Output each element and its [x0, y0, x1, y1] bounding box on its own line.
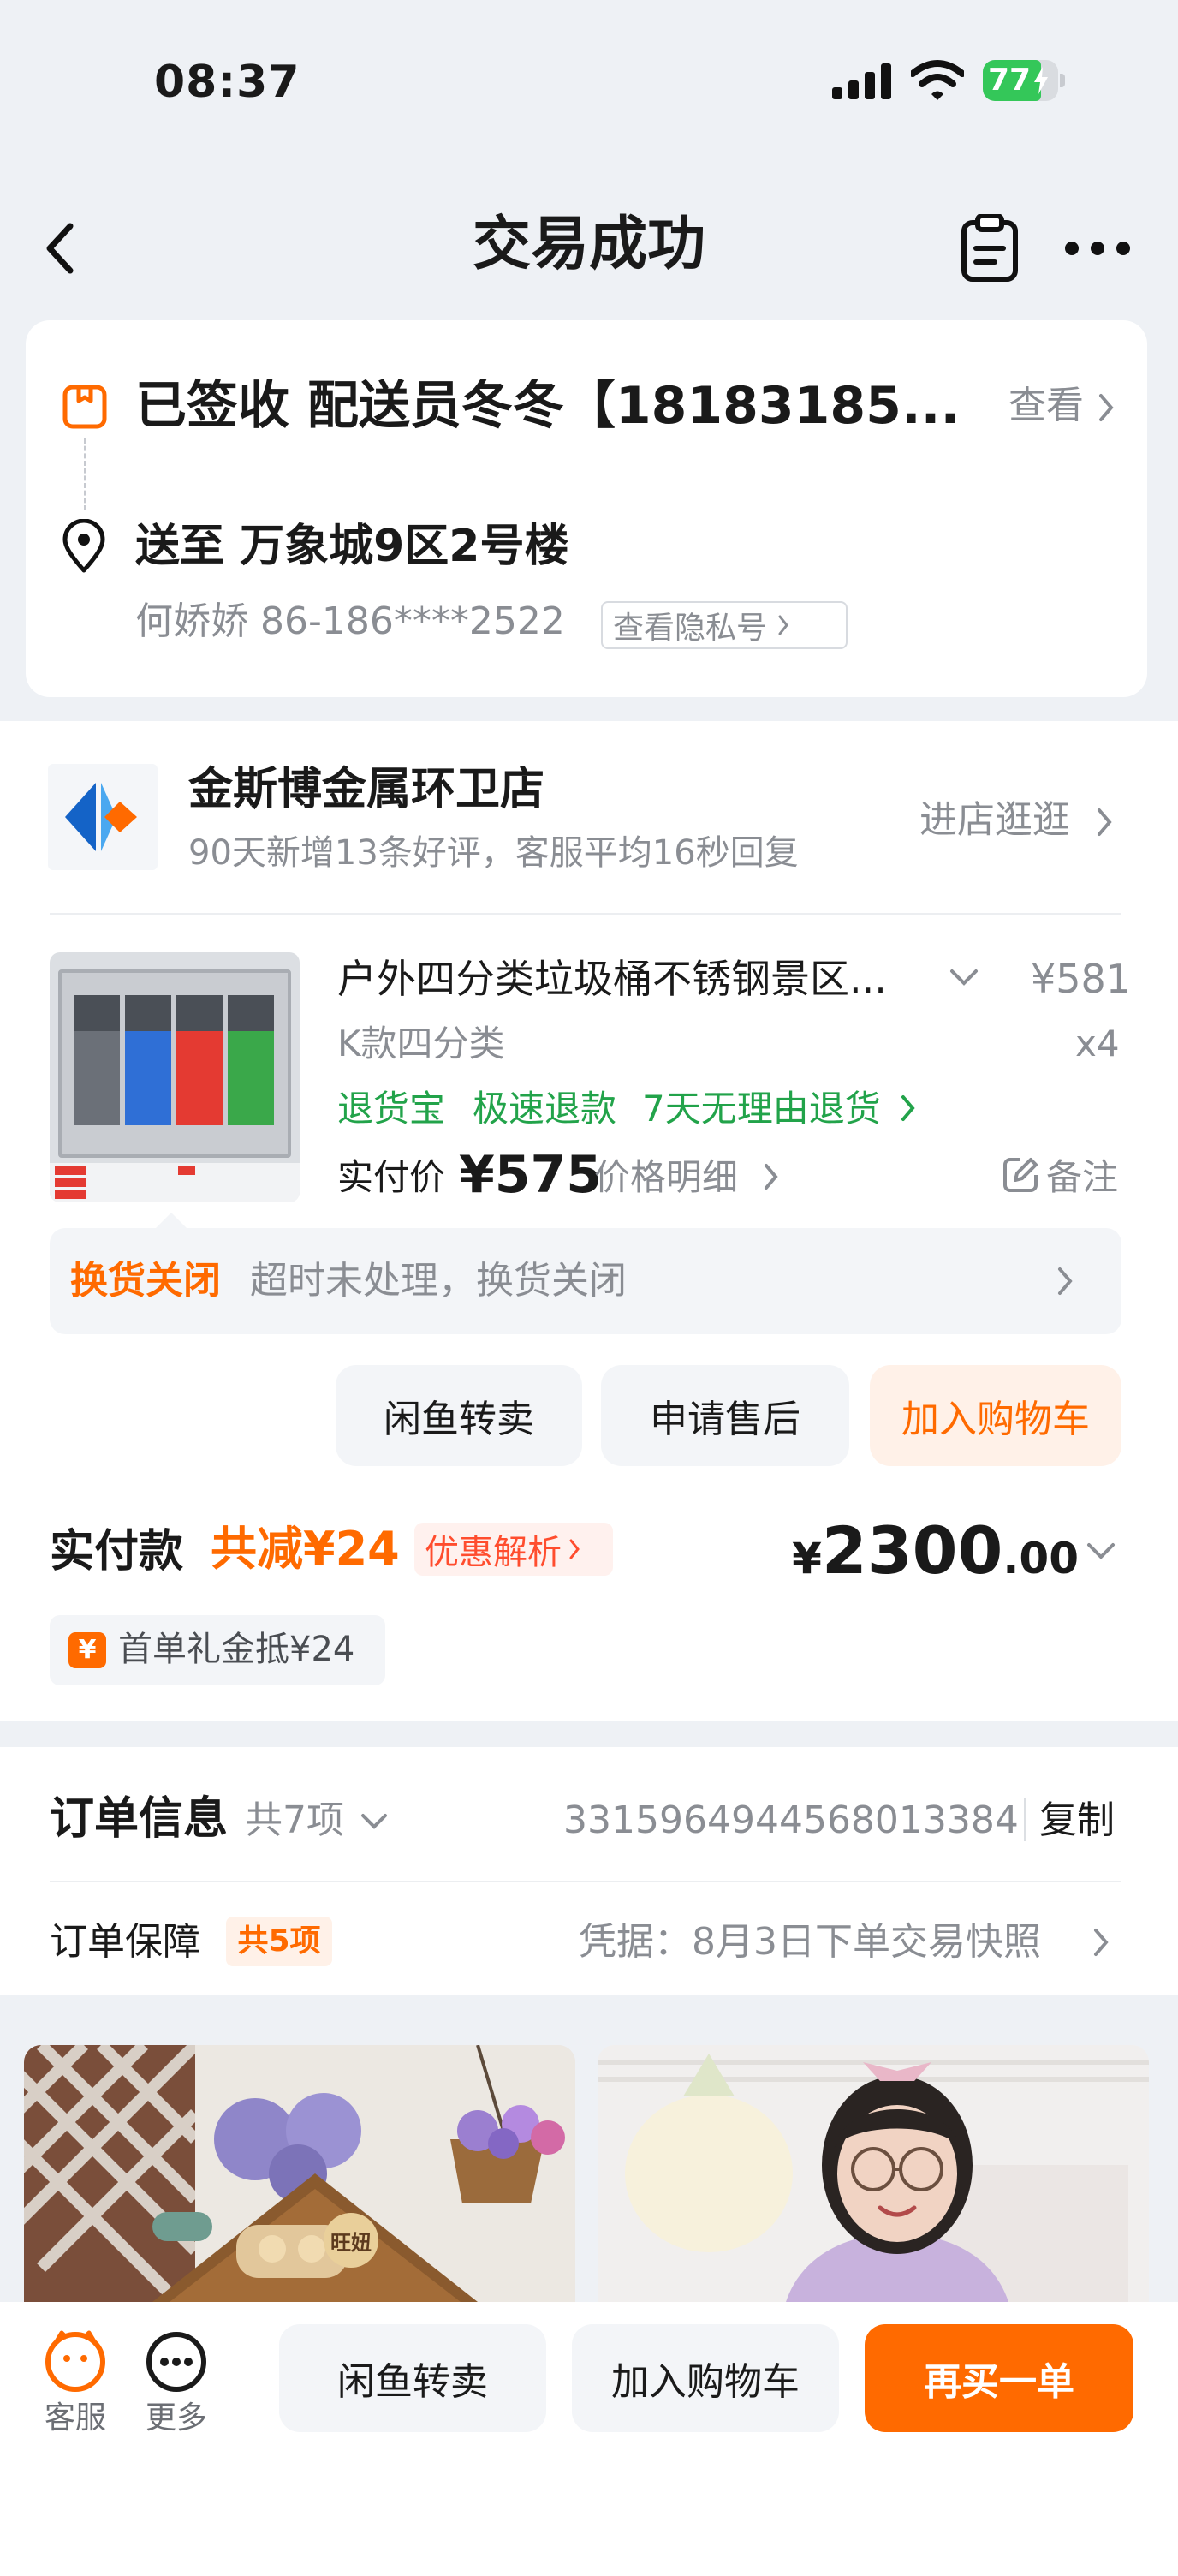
product-price: ¥581	[1031, 956, 1132, 1002]
recommend-card-flowers[interactable]: 旺妞	[24, 2045, 575, 2302]
add-to-cart-button[interactable]: 加入购物车	[870, 1365, 1121, 1466]
exchange-status-label: 换货关闭	[70, 1259, 221, 1303]
discount-detail-button[interactable]: 优惠解析	[414, 1523, 613, 1576]
bottom-action-bar: 客服 更多 闲鱼转卖 加入购物车 再买一单	[0, 2302, 1178, 2576]
total-currency: ¥	[792, 1534, 822, 1583]
view-logistics-link[interactable]: 查看	[1008, 387, 1084, 425]
note-button[interactable]: 备注	[1046, 1160, 1118, 1196]
wifi-icon	[909, 60, 966, 101]
after-sale-button[interactable]: 申请售后	[601, 1365, 849, 1466]
bottom-resell-button[interactable]: 闲鱼转卖	[279, 2324, 546, 2432]
coupon-icon-symbol: ¥	[78, 1635, 97, 1665]
coupon-text: 首单礼金抵¥24	[118, 1630, 355, 1669]
battery-icon: 77	[983, 60, 1065, 101]
more-options-label[interactable]: 更多	[144, 2403, 209, 2434]
chevron-down-icon[interactable]	[949, 968, 979, 987]
order-info-label: 订单信息	[50, 1793, 229, 1845]
location-pin-icon	[60, 518, 108, 574]
status-time: 08:37	[154, 57, 300, 108]
clipboard-icon[interactable]	[959, 213, 1020, 283]
guarantee-count: 共5项	[237, 1923, 321, 1959]
tag-seven-day-return[interactable]: 7天无理由退货	[642, 1091, 881, 1127]
wooden-sign: 旺妞	[324, 2213, 378, 2268]
exchange-status-text: 超时未处理，换货关闭	[250, 1259, 627, 1303]
order-number: 3315964944568013384	[563, 1798, 1019, 1842]
contact-info: 何娇娇 86-186****2522	[135, 599, 565, 643]
order-info-card: 订单信息 共7项 3315964944568013384 复制 订单保障 共5项…	[0, 1747, 1178, 1995]
cellular-signal-icon	[832, 62, 894, 99]
guarantee-count-badge[interactable]: 共5项	[226, 1917, 332, 1966]
tag-return-insurance: 退货宝	[337, 1088, 446, 1130]
price-detail-link[interactable]: 价格明细	[594, 1160, 738, 1196]
shop-subtitle: 90天新增13条好评，客服平均16秒回复	[188, 833, 799, 873]
shop-logo[interactable]	[48, 764, 158, 870]
more-options-icon[interactable]	[144, 2329, 209, 2394]
paid-price-value: ¥575	[459, 1145, 602, 1205]
customer-service-icon[interactable]	[43, 2329, 108, 2394]
product-title[interactable]: 户外四分类垃圾桶不锈钢景区...	[337, 959, 887, 999]
exchange-status-bar[interactable]: 换货关闭 超时未处理，换货关闭	[50, 1228, 1121, 1334]
payment-label: 实付款	[50, 1526, 184, 1577]
chevron-down-icon[interactable]	[360, 1812, 389, 1831]
chevron-right-icon	[764, 1163, 779, 1190]
chevron-right-icon	[1092, 1927, 1110, 1958]
copy-order-number-button[interactable]: 复制	[1039, 1802, 1115, 1840]
order-info-count[interactable]: 共7项	[245, 1802, 344, 1840]
divider	[50, 1881, 1121, 1882]
chevron-right-icon	[778, 615, 788, 635]
enter-shop-link[interactable]: 进店逛逛	[919, 802, 1070, 839]
chevron-right-icon	[1098, 392, 1115, 423]
resell-button[interactable]: 闲鱼转卖	[336, 1365, 582, 1466]
discount-total: 共减¥24	[211, 1522, 400, 1576]
chevron-right-icon	[1056, 1266, 1074, 1297]
bottom-add-to-cart-button[interactable]: 加入购物车	[572, 2324, 839, 2432]
customer-service-label[interactable]: 客服	[43, 2403, 108, 2434]
guarantee-label: 订单保障	[50, 1920, 200, 1964]
paid-price-label: 实付价	[337, 1156, 446, 1198]
privacy-number-button[interactable]: 查看隐私号	[601, 601, 848, 649]
divider	[50, 913, 1121, 915]
snapshot-link[interactable]: 凭据：8月3日下单交易快照	[579, 1923, 1041, 1961]
coupon-icon: ¥	[68, 1632, 106, 1668]
exchange-status-pointer	[156, 1213, 187, 1228]
total-integer: 2300	[821, 1512, 1003, 1589]
package-icon	[62, 382, 108, 432]
buy-again-button[interactable]: 再买一单	[865, 2324, 1133, 2432]
edit-note-icon[interactable]	[1002, 1156, 1039, 1194]
privacy-number-label: 查看隐私号	[613, 611, 768, 646]
chevron-down-icon[interactable]	[1086, 1541, 1116, 1560]
product-image[interactable]	[50, 952, 300, 1202]
product-spec: K款四分类	[337, 1023, 505, 1064]
tag-fast-refund: 极速退款	[473, 1088, 617, 1130]
divider	[1024, 1798, 1026, 1841]
shop-name[interactable]: 金斯博金属环卫店	[188, 767, 544, 812]
route-dots	[84, 438, 87, 510]
order-card: 金斯博金属环卫店 90天新增13条好评，客服平均16秒回复 进店逛逛 户外四分类…	[0, 721, 1178, 1721]
coupon-chip: ¥ 首单礼金抵¥24	[50, 1615, 385, 1685]
chevron-right-icon	[901, 1094, 916, 1122]
wooden-sign-text: 旺妞	[330, 2230, 372, 2255]
battery-level: 77	[988, 63, 1032, 98]
delivery-address: 送至 万象城9区2号楼	[135, 521, 569, 572]
chevron-right-icon	[569, 1539, 580, 1559]
total-decimal: .00	[1002, 1534, 1079, 1583]
delivery-card[interactable]: 已签收 配送员冬冬【18183185... 查看 送至 万象城9区2号楼 何娇娇…	[26, 320, 1147, 697]
delivery-status: 已签收 配送员冬冬【18183185...	[135, 376, 961, 436]
total-amount: ¥ 2300 .00	[792, 1512, 1079, 1589]
chevron-right-icon	[1096, 807, 1113, 838]
discount-detail-label: 优惠解析	[425, 1533, 562, 1572]
more-icon[interactable]	[1063, 240, 1132, 257]
recommend-card-woman[interactable]	[598, 2045, 1149, 2302]
product-qty: x4	[1075, 1023, 1120, 1064]
